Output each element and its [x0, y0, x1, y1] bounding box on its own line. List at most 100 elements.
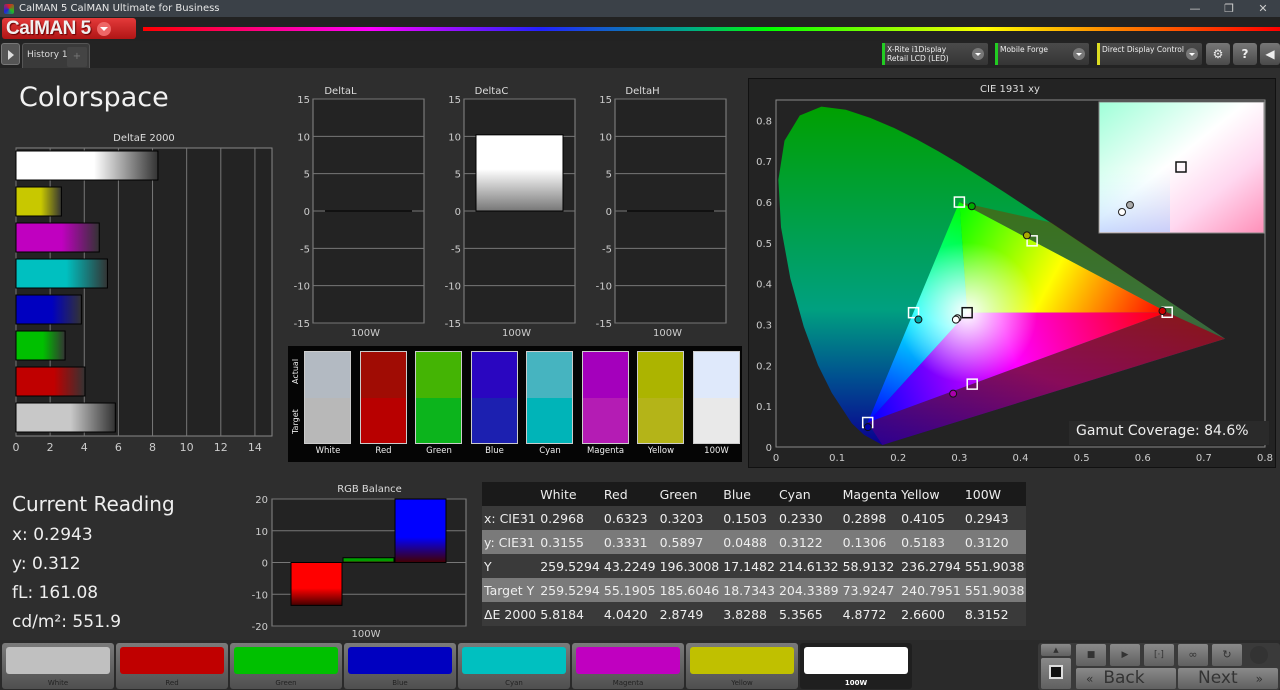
- bracket-icon: [·]: [1154, 650, 1164, 660]
- restore-button[interactable]: ❐: [1212, 0, 1246, 17]
- back-label: Back: [1103, 668, 1145, 688]
- swatch-green: [415, 351, 462, 444]
- table-header-row: White Red Green Blue Cyan Magenta Yellow 100W: [482, 482, 1027, 506]
- x-tick-label: 2: [47, 441, 54, 454]
- x-tick-label: 100W: [502, 328, 531, 339]
- y-tick-label: 0.4: [756, 280, 772, 291]
- patch-color: [120, 647, 224, 674]
- table-cell: 0.6323: [603, 510, 648, 526]
- stop-icon: [1049, 665, 1063, 679]
- settings-button[interactable]: ⚙: [1206, 43, 1230, 65]
- y-tick-label: 0.2: [756, 361, 772, 372]
- collapse-panel-button[interactable]: ◀: [1260, 43, 1280, 65]
- x-tick-label: 0.2: [890, 453, 906, 464]
- actual-row-label: Actual: [291, 358, 300, 384]
- swatch-white: [304, 351, 351, 444]
- collapse-icon: ◀: [1265, 47, 1275, 61]
- y-tick-label: -15: [596, 319, 612, 330]
- swatch-label: 100W: [704, 446, 729, 456]
- actual-swatch: [360, 352, 406, 398]
- read-series-button[interactable]: [·]: [1144, 644, 1174, 666]
- target-swatch: [305, 397, 350, 443]
- y-tick-label: 0: [304, 207, 310, 218]
- patch-label: 100W: [844, 679, 868, 687]
- x-tick-label: 0.6: [1135, 453, 1151, 464]
- table-cell: 551.9038: [964, 582, 1025, 598]
- close-button[interactable]: ✕: [1246, 0, 1280, 17]
- reading-luminance: cd/m²: 551.9: [12, 612, 122, 632]
- display-control-selector[interactable]: Direct Display Control: [1097, 43, 1202, 65]
- chevron-down-icon: [1073, 48, 1085, 60]
- chevron-down-icon: [1186, 48, 1198, 60]
- help-button[interactable]: ?: [1233, 43, 1257, 65]
- patch-button-white[interactable]: White: [2, 643, 114, 689]
- patch-button-yellow[interactable]: Yellow: [686, 643, 798, 689]
- y-tick-label: 0.6: [756, 198, 772, 209]
- actual-swatch: [693, 352, 739, 398]
- continuous-button[interactable]: ∞: [1178, 644, 1208, 666]
- patch-label: Green: [275, 679, 297, 687]
- x-tick-label: 0.7: [1196, 453, 1212, 464]
- tab-history-1[interactable]: History 1 +: [22, 43, 90, 68]
- y-tick-label: -10: [252, 590, 268, 601]
- bar-magenta: [15, 222, 100, 253]
- status-light: [1250, 646, 1268, 664]
- meter-selector[interactable]: X-Rite i1Display Retail LCD (LED): [882, 43, 988, 65]
- x-tick-label: 8: [149, 441, 156, 454]
- patch-button-blue[interactable]: Blue: [344, 643, 456, 689]
- next-button[interactable]: Next »: [1178, 668, 1278, 689]
- back-button[interactable]: « Back: [1076, 668, 1176, 689]
- cie-1931-chart[interactable]: 0 0.1 0.2 0.3 0.4 0.5 0.6 0.7 0.8 0 0.1 0.2 0.3 0.4 0.…: [748, 78, 1276, 468]
- table-cell: 5.8184: [540, 606, 584, 622]
- pattern-generator-selector[interactable]: Mobile Forge: [995, 43, 1089, 65]
- chart-title: DeltaC: [475, 86, 509, 97]
- y-tick-label: 15: [599, 95, 612, 106]
- x-tick-label: 0.4: [1013, 453, 1029, 464]
- patch-button-cyan[interactable]: Cyan: [458, 643, 570, 689]
- stop-measure-button[interactable]: [1041, 658, 1071, 689]
- color-swatch-panel: Actual Target White Red Green Blue Cyan Magen…: [288, 346, 742, 462]
- table-cell: 73.9247: [842, 582, 895, 598]
- patch-button-100w[interactable]: 100W: [800, 643, 912, 689]
- patch-button-magenta[interactable]: Magenta: [572, 643, 684, 689]
- meter-label: X-Rite i1Display Retail LCD (LED): [887, 45, 949, 63]
- minimize-button[interactable]: —: [1178, 0, 1212, 17]
- table-cell: 196.3008: [659, 558, 720, 574]
- y-tick-label: 5: [304, 170, 310, 181]
- gamut-coverage-label: Gamut Coverage: 84.6%: [1069, 421, 1269, 445]
- table-cell: 17.1482: [723, 558, 775, 574]
- patch-button-green[interactable]: Green: [230, 643, 342, 689]
- app-icon: [4, 3, 14, 14]
- table-row: ΔE 2000 5.8184 4.0420 2.8749 3.8288 5.3565 4.8…: [482, 602, 1027, 626]
- target-swatch: [582, 397, 628, 443]
- play-button[interactable]: ▶: [1110, 644, 1140, 666]
- table-row: Target Y 259.5294 55.1905 185.6046 18.7343 20…: [482, 578, 1027, 602]
- refresh-button[interactable]: ↻: [1212, 644, 1242, 666]
- column-header: Blue: [723, 486, 751, 502]
- calman-menu-button[interactable]: CalMAN 5: [2, 18, 136, 39]
- tab-label: History 1: [27, 50, 68, 60]
- inset-shade: [1100, 168, 1170, 232]
- patch-button-red[interactable]: Red: [116, 643, 228, 689]
- table-cell: 0.3155: [540, 534, 584, 550]
- y-tick-label: -10: [596, 282, 612, 293]
- table-cell: 0.1306: [842, 534, 887, 550]
- stop-button[interactable]: ■: [1076, 644, 1106, 666]
- column-header: Cyan: [778, 486, 811, 502]
- measured-point-red: [1158, 307, 1167, 316]
- expand-up-button[interactable]: ▲: [1041, 644, 1071, 656]
- bar-white: [15, 402, 116, 433]
- table-cell: 204.3389: [778, 582, 839, 598]
- inset-measured-white: [1126, 201, 1134, 209]
- bar-green: [15, 330, 66, 361]
- swatch-label: White: [315, 446, 341, 456]
- y-tick-label: 0.7: [756, 157, 772, 168]
- add-tab-icon[interactable]: +: [67, 47, 87, 67]
- play-icon[interactable]: [1, 43, 20, 65]
- table-cell: Y: [484, 558, 492, 574]
- swatch-blue: [470, 351, 518, 444]
- table-cell: 214.6132: [778, 558, 839, 574]
- x-tick-label: 0.5: [1074, 453, 1090, 464]
- y-tick-label: 0: [262, 559, 268, 570]
- actual-swatch: [527, 352, 572, 398]
